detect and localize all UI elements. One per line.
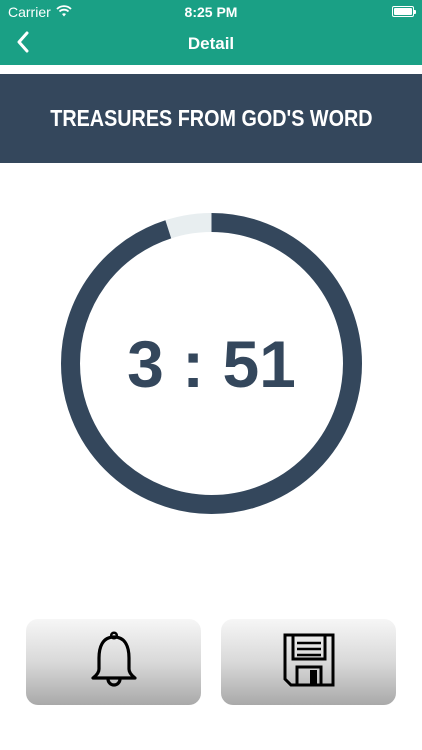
floppy-disk-icon xyxy=(282,632,336,693)
section-title: TREASURES FROM GOD'S WORD xyxy=(49,105,373,131)
status-time: 8:25 PM xyxy=(184,4,238,20)
timer-display: 3 : 51 xyxy=(127,326,296,401)
header-banner: TREASURES FROM GOD'S WORD xyxy=(0,74,422,163)
divider xyxy=(0,65,422,74)
alarm-button[interactable] xyxy=(26,619,201,705)
bell-icon xyxy=(87,630,141,694)
navigation-bar: Detail xyxy=(0,24,422,65)
save-button[interactable] xyxy=(221,619,396,705)
battery-icon xyxy=(392,6,416,17)
nav-title: Detail xyxy=(187,34,235,53)
countdown-timer: 3 : 51 xyxy=(60,212,363,515)
status-bar: Carrier 8:25 PM xyxy=(0,0,422,24)
